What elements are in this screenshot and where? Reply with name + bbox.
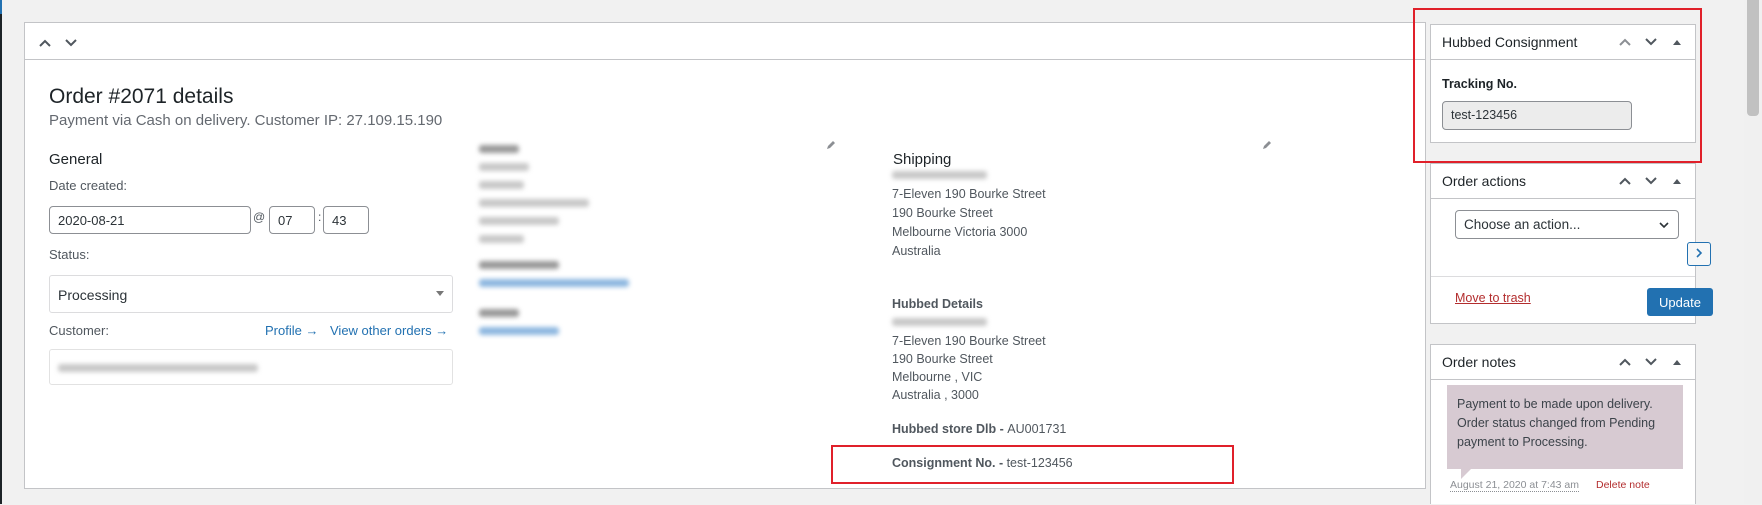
move-to-trash-link[interactable]: Move to trash [1455,291,1531,305]
hubbed-name-blurred [892,318,987,326]
hubbed-line-4: Australia , 3000 [892,388,979,402]
panel-toggle-group [35,33,81,55]
order-notes-controls [1613,351,1689,373]
hubbed-store-label: Hubbed store Dlb - [892,422,1008,436]
shipping-heading: Shipping [893,151,952,168]
update-button[interactable]: Update [1647,288,1713,316]
chevron-up-icon[interactable] [1613,351,1637,373]
view-other-orders-link[interactable]: View other orders → [330,323,448,338]
dropdown-caret-icon [436,291,444,296]
time-colon: : [318,210,322,224]
order-subtitle: Payment via Cash on delivery. Customer I… [49,112,443,129]
apply-action-button[interactable] [1687,242,1711,266]
customer-select[interactable] [49,349,453,385]
order-actions-title: Order actions [1442,173,1527,189]
minute-input[interactable]: 43 [323,206,369,234]
consignment-row: Consignment No. - test-123456 [892,456,1073,470]
chevron-down-icon [1658,218,1670,233]
note-list: Payment to be made upon delivery. Order … [1431,385,1695,505]
note-tail [1461,469,1471,479]
at-symbol: @ [253,210,266,224]
hubbed-line-3: Melbourne , VIC [892,370,983,384]
hubbed-line-1: 7-Eleven 190 Bourke Street [892,334,1046,348]
delete-note-link[interactable]: Delete note [1596,479,1650,491]
general-heading: General [49,151,103,168]
chevron-down-icon[interactable] [1639,351,1663,373]
page-scrollbar[interactable] [1744,0,1762,504]
chevron-up-icon[interactable] [1613,170,1637,192]
pencil-icon[interactable] [825,139,837,154]
date-created-label: Date created: [49,178,128,193]
status-label: Status: [49,247,90,262]
chevron-down-icon[interactable] [1639,170,1663,192]
note-date: August 21, 2020 at 7:43 am [1450,479,1580,492]
date-created-input[interactable]: 2020-08-21 [49,206,251,234]
order-notes-box: Order notes Payment to be made upon deli… [1430,344,1696,504]
customer-value-blurred [58,364,258,372]
consignment-label: Consignment No. - [892,456,1007,470]
order-action-select[interactable]: Choose an action... [1455,210,1679,239]
hubbed-store-row: Hubbed store Dlb - AU001731 [892,422,1066,436]
order-actions-box: Order actions Choose an action... Move t… [1430,163,1713,324]
hubbed-highlight-box [1413,8,1702,163]
order-actions-header: Order actions [1431,164,1695,199]
customer-label: Customer: [49,323,109,338]
pencil-icon[interactable] [1261,139,1273,154]
left-gutter [2,0,24,504]
order-notes-header: Order notes [1431,345,1695,380]
status-select[interactable]: Processing [49,275,453,313]
order-action-value: Choose an action... [1464,217,1581,232]
shipping-name-blurred [892,171,987,179]
order-notes-title: Order notes [1442,354,1516,370]
hubbed-line-2: 190 Bourke Street [892,352,993,366]
shipping-line-2: 190 Bourke Street [892,206,993,220]
order-data-panel: Order #2071 details Payment via Cash on … [24,22,1426,489]
consignment-value: test-123456 [1006,456,1073,470]
hubbed-store-value: AU001731 [1007,422,1067,436]
chevron-right-icon [1695,245,1703,263]
shipping-line-1: 7-Eleven 190 Bourke Street [892,187,1046,201]
actions-divider [1431,276,1695,277]
chevron-up-icon[interactable] [35,33,55,53]
caret-up-icon[interactable] [1665,170,1689,192]
note-content: Payment to be made upon delivery. Order … [1447,385,1683,469]
shipping-line-3: Melbourne Victoria 3000 [892,225,1028,239]
hour-input[interactable]: 07 [269,206,315,234]
caret-up-icon[interactable] [1665,351,1689,373]
status-value: Processing [58,287,128,303]
order-title: Order #2071 details [49,85,234,108]
chevron-down-icon[interactable] [61,33,81,53]
scrollbar-thumb[interactable] [1747,0,1759,116]
order-actions-controls [1613,170,1689,192]
hubbed-details-heading: Hubbed Details [892,297,983,311]
customer-profile-link[interactable]: Profile → [265,323,318,338]
shipping-line-4: Australia [892,244,941,258]
panel-divider [25,59,1425,60]
